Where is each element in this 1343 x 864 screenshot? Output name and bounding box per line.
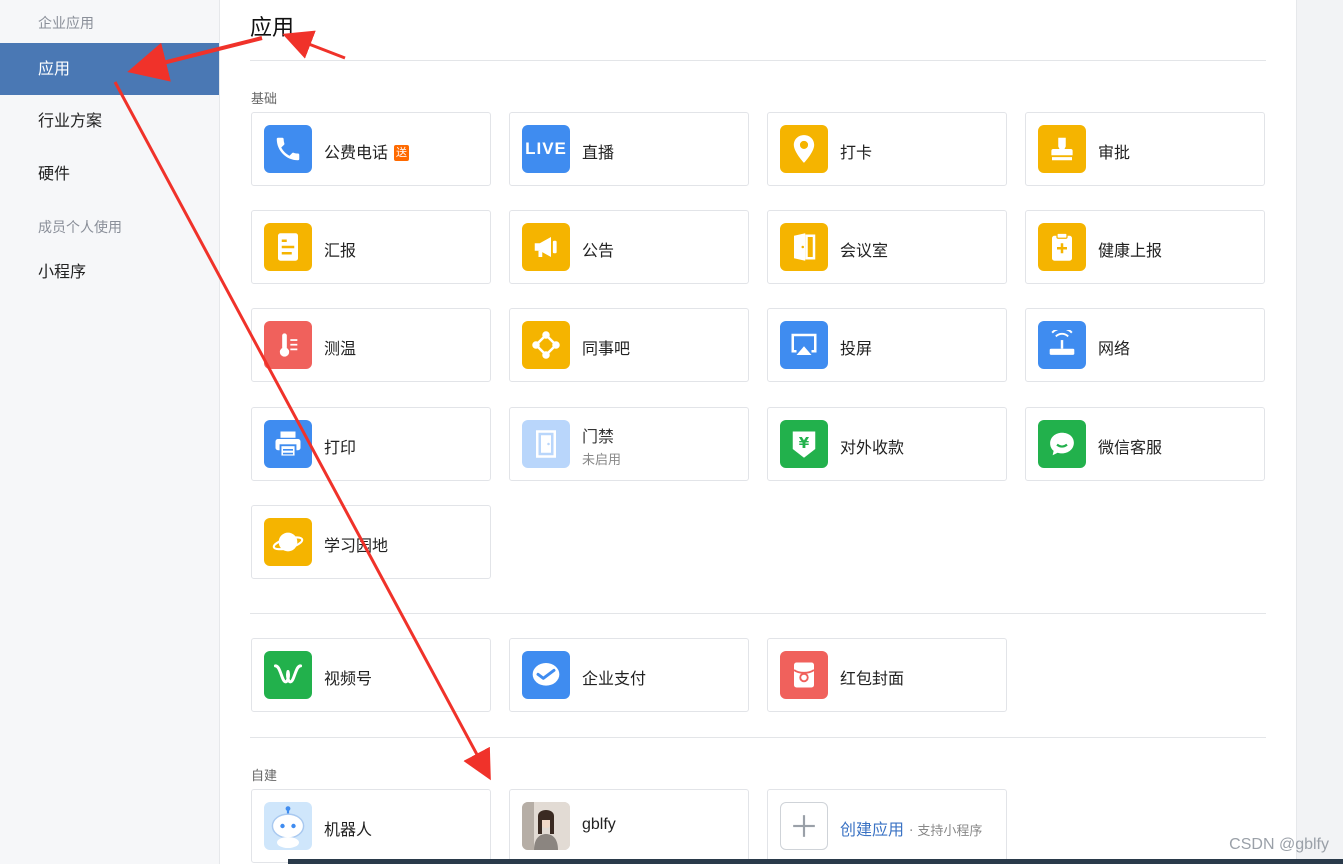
gift-badge: 送 bbox=[394, 145, 410, 161]
taskbar-strip bbox=[288, 859, 1343, 864]
svg-text:¥: ¥ bbox=[799, 434, 810, 452]
red-packet-icon bbox=[780, 651, 828, 699]
gblfy-avatar bbox=[522, 802, 570, 850]
clipboard-plus-icon bbox=[1038, 223, 1086, 271]
router-icon bbox=[1038, 321, 1086, 369]
app-card-temp[interactable]: 测温 bbox=[251, 308, 491, 382]
app-card-corp-pay[interactable]: 企业支付 bbox=[509, 638, 749, 712]
sidebar-item-industry[interactable]: 行业方案 bbox=[0, 95, 219, 147]
report-icon bbox=[264, 223, 312, 271]
app-card-notice[interactable]: 公告 bbox=[509, 210, 749, 284]
app-card-door[interactable]: 门禁 未启用 bbox=[509, 407, 749, 481]
live-icon: LIVE bbox=[522, 125, 570, 173]
sidebar: 企业应用 应用 行业方案 硬件 成员个人使用 小程序 bbox=[0, 0, 220, 864]
app-card-channels[interactable]: 视频号 bbox=[251, 638, 491, 712]
sidebar-item-hardware[interactable]: 硬件 bbox=[0, 148, 219, 200]
create-app-link[interactable]: 创建应用 bbox=[840, 820, 904, 839]
app-label: 健康上报 bbox=[1098, 241, 1163, 260]
app-card-health[interactable]: 健康上报 bbox=[1025, 210, 1265, 284]
sidebar-item-apps[interactable]: 应用 bbox=[0, 43, 219, 95]
live-icon-text: LIVE bbox=[525, 139, 567, 158]
app-card-meeting[interactable]: 会议室 bbox=[767, 210, 1007, 284]
app-label: 红包封面 bbox=[840, 669, 905, 688]
app-card-wechat-service[interactable]: 微信客服 bbox=[1025, 407, 1265, 481]
app-card-live[interactable]: LIVE 直播 bbox=[509, 112, 749, 186]
watermark: CSDN @gblfy bbox=[1229, 836, 1329, 853]
app-label: gblfy bbox=[582, 816, 616, 833]
app-card-study[interactable]: 学习园地 bbox=[251, 505, 491, 579]
app-name: 公费电话送 bbox=[324, 139, 410, 163]
app-label: 微信客服 bbox=[1098, 438, 1163, 457]
sidebar-group-enterprise: 企业应用 bbox=[38, 16, 94, 32]
airplay-icon bbox=[780, 321, 828, 369]
app-label: 审批 bbox=[1098, 143, 1131, 162]
right-gutter bbox=[1296, 0, 1343, 864]
app-label: 投屏 bbox=[840, 339, 873, 358]
sidebar-item-miniprogram[interactable]: 小程序 bbox=[0, 246, 219, 298]
app-card-network[interactable]: 网络 bbox=[1025, 308, 1265, 382]
create-app-card[interactable]: 创建应用 · 支持小程序 bbox=[767, 789, 1007, 863]
divider bbox=[250, 737, 1266, 738]
create-app-hint: · 支持小程序 bbox=[909, 824, 983, 839]
yuan-shield-icon: ¥ bbox=[780, 420, 828, 468]
app-label: 会议室 bbox=[840, 241, 889, 260]
sidebar-group-personal: 成员个人使用 bbox=[38, 220, 122, 236]
create-app-text: 创建应用 · 支持小程序 bbox=[840, 816, 982, 840]
app-status: 未启用 bbox=[582, 453, 622, 468]
section-label-basic: 基础 bbox=[251, 92, 278, 107]
app-label: 对外收款 bbox=[840, 438, 905, 457]
plus-icon bbox=[780, 802, 828, 850]
channels-icon bbox=[264, 651, 312, 699]
page-title: 应用 bbox=[250, 16, 295, 41]
app-card-print[interactable]: 打印 bbox=[251, 407, 491, 481]
network-nodes-icon bbox=[522, 321, 570, 369]
app-card-gblfy[interactable]: gblfy bbox=[509, 789, 749, 863]
section-label-custom: 自建 bbox=[251, 769, 278, 784]
planet-icon bbox=[264, 518, 312, 566]
app-card-phone[interactable]: 公费电话送 bbox=[251, 112, 491, 186]
app-label: 公告 bbox=[582, 241, 615, 260]
app-label: 测温 bbox=[324, 339, 357, 358]
app-label: 汇报 bbox=[324, 241, 357, 260]
megaphone-icon bbox=[522, 223, 570, 271]
pay-bubble-icon bbox=[522, 651, 570, 699]
app-card-approval[interactable]: 审批 bbox=[1025, 112, 1265, 186]
thermometer-icon bbox=[264, 321, 312, 369]
app-card-red-packet[interactable]: 红包封面 bbox=[767, 638, 1007, 712]
app-card-robot[interactable]: 机器人 bbox=[251, 789, 491, 863]
phone-icon bbox=[264, 125, 312, 173]
app-label: 门禁 bbox=[582, 427, 615, 446]
app-label: 机器人 bbox=[324, 820, 373, 839]
door-icon bbox=[522, 420, 570, 468]
divider bbox=[250, 60, 1266, 61]
location-pin-icon bbox=[780, 125, 828, 173]
app-label: 直播 bbox=[582, 143, 615, 162]
chat-bubble-icon bbox=[1038, 420, 1086, 468]
app-label: 同事吧 bbox=[582, 339, 631, 358]
arrow-to-title bbox=[282, 30, 346, 60]
app-label: 打卡 bbox=[840, 143, 873, 162]
printer-icon bbox=[264, 420, 312, 468]
app-label: 公费电话 bbox=[324, 143, 389, 162]
app-label: 打印 bbox=[324, 438, 357, 457]
app-label: 视频号 bbox=[324, 669, 373, 688]
app-card-checkin[interactable]: 打卡 bbox=[767, 112, 1007, 186]
app-card-screen[interactable]: 投屏 bbox=[767, 308, 1007, 382]
robot-avatar bbox=[264, 802, 312, 850]
divider bbox=[250, 613, 1266, 614]
stamp-icon bbox=[1038, 125, 1086, 173]
app-card-colleague[interactable]: 同事吧 bbox=[509, 308, 749, 382]
app-label: 学习园地 bbox=[324, 536, 389, 555]
app-label: 网络 bbox=[1098, 339, 1131, 358]
app-card-payment[interactable]: ¥ 对外收款 bbox=[767, 407, 1007, 481]
door-open-icon bbox=[780, 223, 828, 271]
app-card-report[interactable]: 汇报 bbox=[251, 210, 491, 284]
app-label: 企业支付 bbox=[582, 669, 647, 688]
